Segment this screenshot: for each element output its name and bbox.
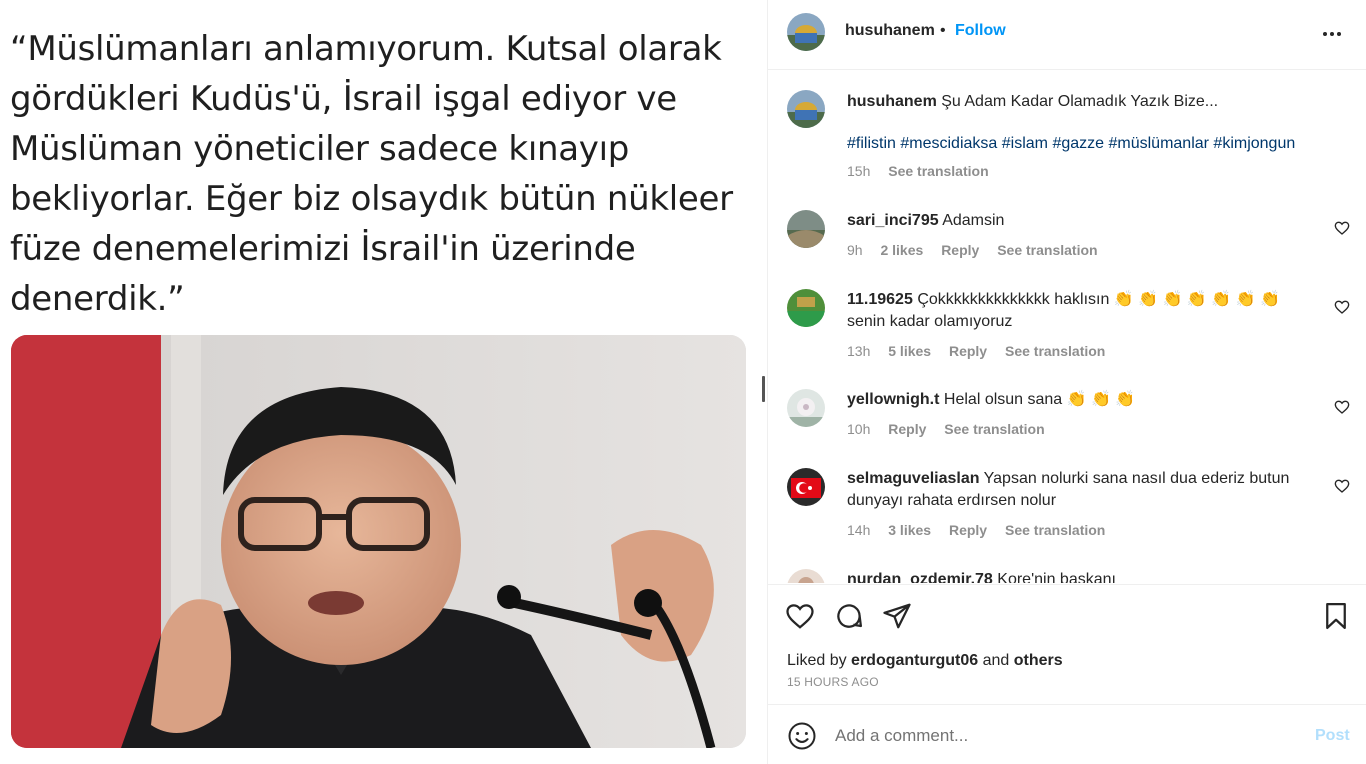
comment-item: selmaguveliaslan Yapsan nolurki sana nas… [768,468,1366,550]
comment-item: 11.19625 Çokkkkkkkkkkkkkk haklısın 👏 👏 👏… [768,289,1366,371]
liked-by-user-link[interactable]: erdoganturgut06 [851,652,978,669]
post-header: husuhanem • Follow [768,0,1366,70]
comment-meta: 14h 3 likes Reply See translation [847,522,1119,538]
smiley-icon[interactable] [787,721,817,751]
author-avatar[interactable] [787,13,825,51]
dome-avatar-icon [787,90,825,128]
hashtag-link[interactable]: #filistin [847,135,896,152]
comment-item: sari_inci795 Adamsin 9h 2 likes Reply Se… [768,210,1366,270]
comment-text: nurdan_ozdemir.78 Kore'nin başkanı [847,569,1317,583]
caption-body: Şu Adam Kadar Olamadık Yazık Bize... [941,93,1219,110]
separator-dot: • [940,22,946,39]
more-horizontal-icon[interactable] [1320,22,1344,46]
landscape-avatar-icon [787,210,825,248]
comment-likes[interactable]: 5 likes [888,343,931,359]
follow-button[interactable]: Follow [955,22,1006,40]
hashtag-link[interactable]: #müslümanlar [1108,135,1208,152]
see-translation-button[interactable]: See translation [888,163,988,179]
heart-icon[interactable] [785,601,815,631]
caption-text: husuhanem Şu Adam Kadar Olamadık Yazık B… [847,91,1317,113]
liked-by-others-link[interactable]: others [1014,652,1063,669]
comment-time[interactable]: 13h [847,343,870,359]
comment-item: nurdan_ozdemir.78 Kore'nin başkanı [768,569,1366,583]
hashtag-link[interactable]: #kimjongun [1213,135,1295,152]
liked-by-summary: Liked by erdoganturgut06 and others [787,652,1063,670]
see-translation-button[interactable]: See translation [997,242,1097,258]
instagram-post-view: “Müslümanları anlamıyorum. Kutsal olarak… [0,0,1366,764]
comment-meta: 10h Reply See translation [847,421,1059,437]
commenter-avatar[interactable] [787,468,825,506]
comment-body: Kore'nin başkanı [997,571,1116,583]
comment-likes[interactable]: 3 likes [888,522,931,538]
turkish-flag-avatar-icon [787,468,825,506]
comment-username[interactable]: yellownigh.t [847,391,939,408]
comment-time[interactable]: 14h [847,522,870,538]
post-side-panel: husuhanem • Follow husuhanem Şu Adam Kad… [767,0,1366,764]
commenter-avatar[interactable] [787,569,825,583]
reply-button[interactable]: Reply [949,343,987,359]
comment-username[interactable]: selmaguveliaslan [847,470,980,487]
hashtag-list: #filistin #mescidiaksa #islam #gazze #mü… [847,133,1317,155]
see-translation-button[interactable]: See translation [944,421,1044,437]
comment-username[interactable]: nurdan_ozdemir.78 [847,571,993,583]
comment-time[interactable]: 10h [847,421,870,437]
add-comment-bar: Post [768,704,1366,764]
caption-avatar[interactable] [787,90,825,128]
comment-input[interactable] [835,723,1285,749]
quote-text: “Müslümanları anlamıyorum. Kutsal olarak… [10,29,733,319]
author-username[interactable]: husuhanem [845,22,935,40]
comment-body: Adamsin [942,212,1005,229]
hashtag-link[interactable]: #gazze [1052,135,1104,152]
post-comment-button[interactable]: Post [1315,727,1350,745]
comment-likes[interactable]: 2 likes [880,242,923,258]
comment-meta: 13h 5 likes Reply See translation [847,343,1119,359]
caption-meta: 15h See translation [847,163,1003,179]
comment-text: 11.19625 Çokkkkkkkkkkkkkk haklısın 👏 👏 👏… [847,289,1317,333]
liked-by-and: and [982,652,1010,669]
nature-avatar-icon [787,289,825,327]
comment-text: yellownigh.t Helal olsun sana 👏 👏 👏 [847,389,1317,411]
panel-resize-handle[interactable] [762,376,765,402]
portrait-avatar-icon [787,569,825,583]
caption-username[interactable]: husuhanem [847,93,937,110]
comment-text: sari_inci795 Adamsin [847,210,1317,232]
post-timestamp[interactable]: 15 HOURS AGO [787,675,879,689]
like-comment-heart-icon[interactable] [1334,399,1350,415]
caption-time[interactable]: 15h [847,163,870,179]
commenter-avatar[interactable] [787,389,825,427]
reply-button[interactable]: Reply [941,242,979,258]
reply-button[interactable]: Reply [888,421,926,437]
send-icon[interactable] [882,601,912,631]
see-translation-button[interactable]: See translation [1005,522,1105,538]
comment-username[interactable]: sari_inci795 [847,212,939,229]
comment-username[interactable]: 11.19625 [847,291,913,308]
bookmark-icon[interactable] [1321,601,1351,631]
like-comment-heart-icon[interactable] [1334,220,1350,236]
commenter-avatar[interactable] [787,289,825,327]
liked-by-prefix: Liked by [787,652,847,669]
comment-time[interactable]: 9h [847,242,863,258]
caption: husuhanem Şu Adam Kadar Olamadık Yazık B… [768,90,1366,190]
see-translation-button[interactable]: See translation [1005,343,1105,359]
comment-icon[interactable] [834,601,864,631]
comment-meta: 9h 2 likes Reply See translation [847,242,1112,258]
hashtag-link[interactable]: #mescidiaksa [900,135,997,152]
like-comment-heart-icon[interactable] [1334,478,1350,494]
post-actions: Liked by erdoganturgut06 and others 15 H… [768,584,1366,704]
comments-list[interactable]: husuhanem Şu Adam Kadar Olamadık Yazık B… [768,71,1366,583]
portrait-illustration [11,335,746,748]
comment-text: selmaguveliaslan Yapsan nolurki sana nas… [847,468,1317,512]
hashtag-link[interactable]: #islam [1002,135,1048,152]
reply-button[interactable]: Reply [949,522,987,538]
post-media[interactable]: “Müslümanları anlamıyorum. Kutsal olarak… [0,0,766,764]
post-photo [11,335,746,748]
commenter-avatar[interactable] [787,210,825,248]
dome-avatar-icon [787,13,825,51]
like-comment-heart-icon[interactable] [1334,299,1350,315]
flower-avatar-icon [787,389,825,427]
comment-item: yellownigh.t Helal olsun sana 👏 👏 👏 10h … [768,389,1366,449]
comment-body: Helal olsun sana 👏 👏 👏 [943,391,1136,408]
